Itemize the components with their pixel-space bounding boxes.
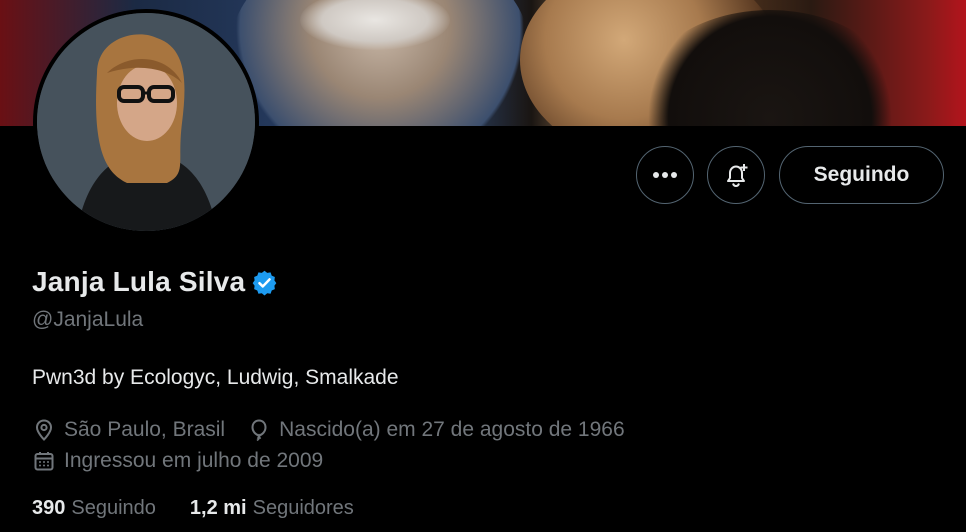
joined-text: Ingressou em julho de 2009: [64, 449, 324, 472]
birth-text: Nascido(a) em 27 de agosto de 1966: [279, 418, 625, 441]
balloon-icon: [251, 419, 267, 442]
following-button[interactable]: Seguindo: [779, 146, 944, 204]
profile-bio: Pwn3d by Ecologyc, Ludwig, Smalkade: [32, 366, 399, 389]
profile-meta-row: São Paulo, Brasil Nascido(a) em 27 de ag…: [32, 418, 647, 442]
bell-plus-icon: [727, 164, 748, 188]
followers-stat-link[interactable]: 1,2 mi Seguidores: [190, 497, 354, 520]
more-dots-icon: [653, 172, 677, 178]
location-text: São Paulo, Brasil: [64, 418, 226, 441]
followers-count: 1,2 mi: [189, 497, 247, 519]
notify-button[interactable]: [707, 146, 765, 204]
location-pin-icon: [35, 419, 53, 441]
joined-item: Ingressou em julho de 2009: [32, 449, 323, 473]
avatar-image: [37, 13, 255, 231]
profile-name-row: Janja Lula Silva: [32, 266, 278, 298]
calendar-icon: [34, 452, 54, 471]
following-count: 390: [32, 497, 66, 519]
following-stat-link[interactable]: 390 Seguindo: [32, 497, 156, 520]
profile-name: Janja Lula Silva: [32, 266, 246, 297]
avatar[interactable]: [33, 9, 259, 235]
profile-stats: 390 Seguindo 1,2 mi Seguidores: [32, 497, 388, 520]
profile-handle: @JanjaLula: [32, 308, 144, 331]
following-label: Seguindo: [71, 497, 156, 519]
more-button[interactable]: [636, 146, 694, 204]
birth-item: Nascido(a) em 27 de agosto de 1966: [247, 418, 625, 442]
profile-joined-row: Ingressou em julho de 2009: [32, 449, 345, 473]
followers-label: Seguidores: [252, 497, 354, 519]
location-item: São Paulo, Brasil: [32, 418, 225, 442]
following-button-label: Seguindo: [813, 163, 910, 186]
verified-badge-icon[interactable]: [251, 269, 278, 296]
